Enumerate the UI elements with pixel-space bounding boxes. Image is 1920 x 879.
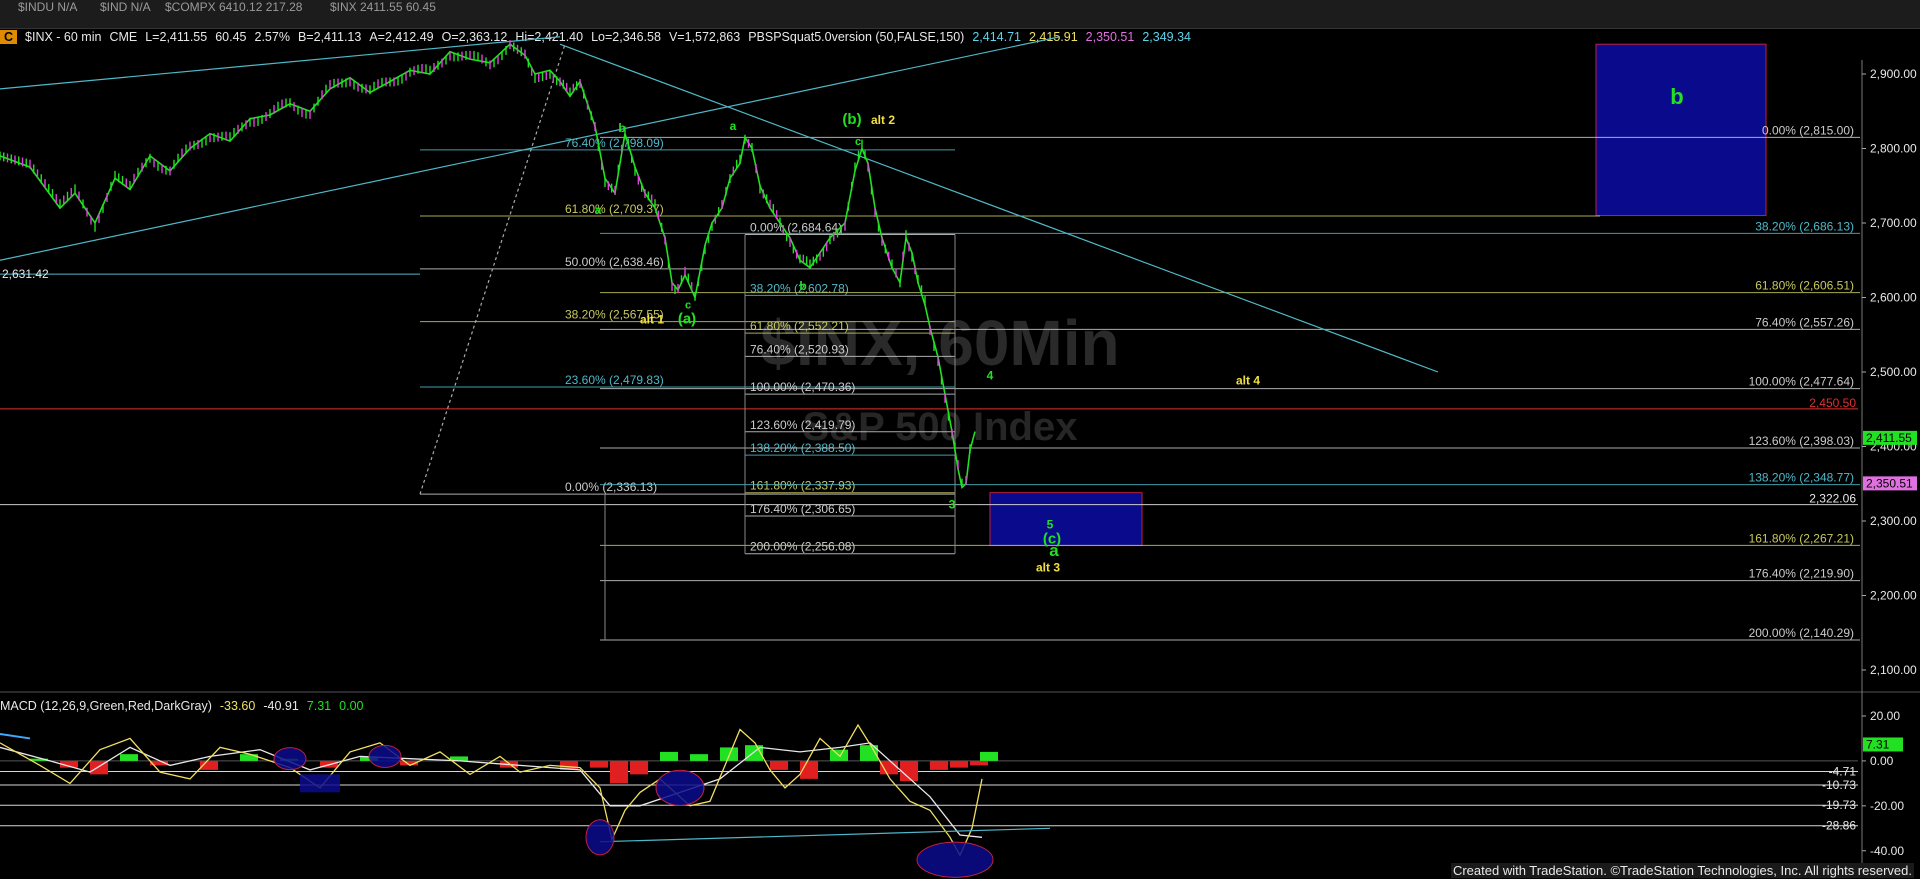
macd-histogram-bar — [880, 760, 898, 775]
wave-label: alt 2 — [871, 113, 895, 127]
wave-label: alt 1 — [640, 313, 664, 327]
fib-level-label: 123.60% (2,419.79) — [750, 418, 855, 432]
macd-value: -33.60 — [219, 699, 256, 713]
fib-level-label: 161.80% (2,267.21) — [1749, 531, 1854, 545]
wave-label: b — [618, 121, 625, 135]
macd-level-label: -10.73 — [1822, 778, 1856, 792]
macd-histogram-bar — [240, 754, 258, 761]
macd-histogram-bar — [970, 760, 988, 766]
wave-label: 3 — [949, 497, 956, 511]
macd-divergence-box — [300, 774, 340, 793]
macd-axis-label: 0.00 — [1870, 754, 1894, 768]
macd-level-label: -28.86 — [1822, 819, 1856, 833]
fib-level-label: 123.60% (2,398.03) — [1749, 434, 1854, 448]
macd-value-flag-label: 7.31 — [1866, 737, 1890, 751]
macd-histogram-bar — [980, 751, 998, 761]
macd-axis-label: -20.00 — [1870, 799, 1904, 813]
wave-label: a — [730, 119, 737, 133]
macd-axis-label: -40.00 — [1870, 844, 1904, 858]
price-level-label: 2,631.42 — [2, 267, 49, 281]
macd-histogram-bar — [930, 760, 948, 770]
fib-level-label: 200.00% (2,256.08) — [750, 540, 855, 554]
macd-divergence-ellipse — [368, 744, 402, 768]
fib-level-label: 100.00% (2,470.36) — [750, 380, 855, 394]
wave-label: (b) — [842, 111, 861, 128]
macd-header: MACD (12,26,9,Green,Red,DarkGray) -33.60-… — [0, 699, 371, 713]
macd-histogram-bar — [630, 760, 648, 775]
wave-label: a — [595, 203, 602, 217]
macd-divergence-ellipse — [273, 747, 307, 771]
macd-histogram-bar — [770, 760, 788, 770]
macd-line — [0, 723, 983, 857]
fib-level-label: 0.00% (2,336.13) — [565, 480, 657, 494]
wave-label: a — [1049, 541, 1059, 560]
macd-histogram-bar — [590, 760, 608, 768]
wave-label: alt 3 — [1036, 561, 1060, 575]
fib-level-label: 61.80% (2,552.21) — [750, 319, 849, 333]
macd-level-label: -4.71 — [1829, 764, 1857, 778]
macd-histogram-bar — [120, 754, 138, 761]
macd-trendline — [0, 732, 31, 740]
macd-histogram-bar — [610, 760, 628, 784]
price-axis-label: 2,600.00 — [1870, 291, 1917, 305]
price-axis-label: 2,100.00 — [1870, 663, 1917, 677]
macd-level-label: -19.73 — [1822, 798, 1856, 812]
fib-level-label: 61.80% (2,606.51) — [1755, 279, 1854, 293]
price-chart[interactable]: $INX, 60MinS&P 500 Index2,450.502,322.06… — [0, 0, 1920, 879]
macd-trendline — [599, 827, 1051, 843]
wave-label: alt 4 — [1236, 374, 1260, 388]
price-axis-label: 2,200.00 — [1870, 589, 1917, 603]
fib-level-label: 23.60% (2,479.83) — [565, 373, 664, 387]
fib-level-label: 100.00% (2,477.64) — [1749, 375, 1854, 389]
price-level-label: 2,322.06 — [1809, 492, 1856, 506]
fib-level-label: 176.40% (2,306.65) — [750, 502, 855, 516]
macd-value: 7.31 — [306, 699, 332, 713]
macd-value: -40.91 — [263, 699, 299, 713]
fib-level-label: 0.00% (2,684.64) — [750, 220, 842, 234]
price-axis-label: 2,500.00 — [1870, 365, 1917, 379]
fib-level-label: 176.40% (2,219.90) — [1749, 567, 1854, 581]
macd-label: MACD (12,26,9,Green,Red,DarkGray) — [0, 699, 212, 713]
macd-axis-label: 20.00 — [1870, 709, 1900, 723]
macd-divergence-ellipse — [585, 819, 615, 856]
copyright-footer: Created with TradeStation. ©TradeStation… — [1450, 863, 1914, 878]
fib-level-label: 76.40% (2,557.26) — [1755, 315, 1854, 329]
wave-label: (a) — [678, 311, 696, 328]
fib-level-label: 61.80% (2,709.37) — [565, 202, 664, 216]
price-axis-label: 2,700.00 — [1870, 216, 1917, 230]
wave-label: 5 — [1047, 517, 1054, 531]
fib-level-label: 50.00% (2,638.46) — [565, 255, 664, 269]
wave-label: 4 — [987, 368, 994, 382]
fib-level-label: 38.20% (2,686.13) — [1755, 219, 1854, 233]
fib-level-label: 0.00% (2,815.00) — [1762, 123, 1854, 137]
macd-histogram-bar — [950, 760, 968, 768]
macd-divergence-ellipse — [916, 841, 994, 878]
price-level-label: 2,450.50 — [1809, 396, 1856, 410]
macd-histogram-bar — [660, 751, 678, 761]
macd-histogram-bar — [690, 754, 708, 761]
price-flag-label: 2,350.51 — [1866, 476, 1913, 490]
fib-level-label: 200.00% (2,140.29) — [1749, 626, 1854, 640]
price-flag-label: 2,411.55 — [1866, 431, 1912, 445]
fib-level-label: 76.40% (2,520.93) — [750, 342, 849, 356]
macd-value: 0.00 — [339, 699, 364, 713]
trendline — [0, 36, 561, 90]
fib-level-label: 161.80% (2,337.93) — [750, 479, 855, 493]
trendline — [0, 36, 1061, 261]
fib-level-label: 138.20% (2,348.77) — [1749, 471, 1854, 485]
price-axis-label: 2,300.00 — [1870, 514, 1917, 528]
target-box — [989, 492, 1143, 547]
wave-label: b — [1670, 84, 1683, 109]
macd-divergence-ellipse — [655, 769, 705, 806]
target-box — [1595, 43, 1767, 217]
wave-label: b — [799, 279, 806, 293]
wave-label: c — [855, 136, 861, 148]
price-axis-label: 2,800.00 — [1870, 142, 1917, 156]
price-axis-label: 2,900.00 — [1870, 67, 1917, 81]
